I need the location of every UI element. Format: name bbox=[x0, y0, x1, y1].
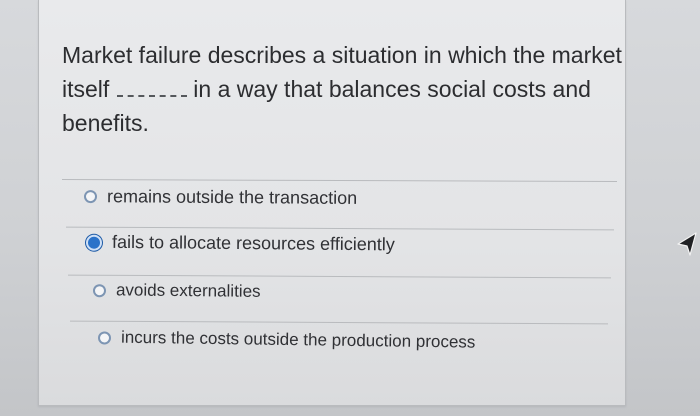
answer-option-2[interactable]: fails to allocate resources efficiently bbox=[85, 231, 395, 256]
radio-button-option-1[interactable] bbox=[83, 190, 98, 204]
question-line-2: itself in a way that balances social cost… bbox=[62, 72, 622, 106]
answer-option-3[interactable]: avoids externalities bbox=[92, 280, 261, 302]
mouse-pointer-icon bbox=[677, 232, 697, 256]
screen-background: Market failure describes a situation in … bbox=[0, 0, 700, 416]
answer-option-3-label: avoids externalities bbox=[115, 280, 261, 301]
question-line-1: Market failure describes a situation in … bbox=[62, 42, 622, 68]
answer-option-2-label: fails to allocate resources efficiently bbox=[111, 231, 395, 255]
radio-button-option-2-selected[interactable] bbox=[85, 234, 103, 251]
answer-option-1[interactable]: remains outside the transaction bbox=[83, 186, 358, 209]
fill-in-blank bbox=[117, 78, 188, 97]
question-line-3: benefits. bbox=[62, 110, 149, 136]
question-text: Market failure describes a situation in … bbox=[62, 38, 622, 140]
question-line-2-start: itself bbox=[62, 76, 110, 102]
radio-button-option-4[interactable] bbox=[97, 330, 112, 345]
question-line-2-end: in a way that balances social costs and bbox=[193, 76, 591, 102]
radio-button-option-3[interactable] bbox=[92, 283, 107, 297]
answer-option-1-label: remains outside the transaction bbox=[106, 186, 358, 208]
